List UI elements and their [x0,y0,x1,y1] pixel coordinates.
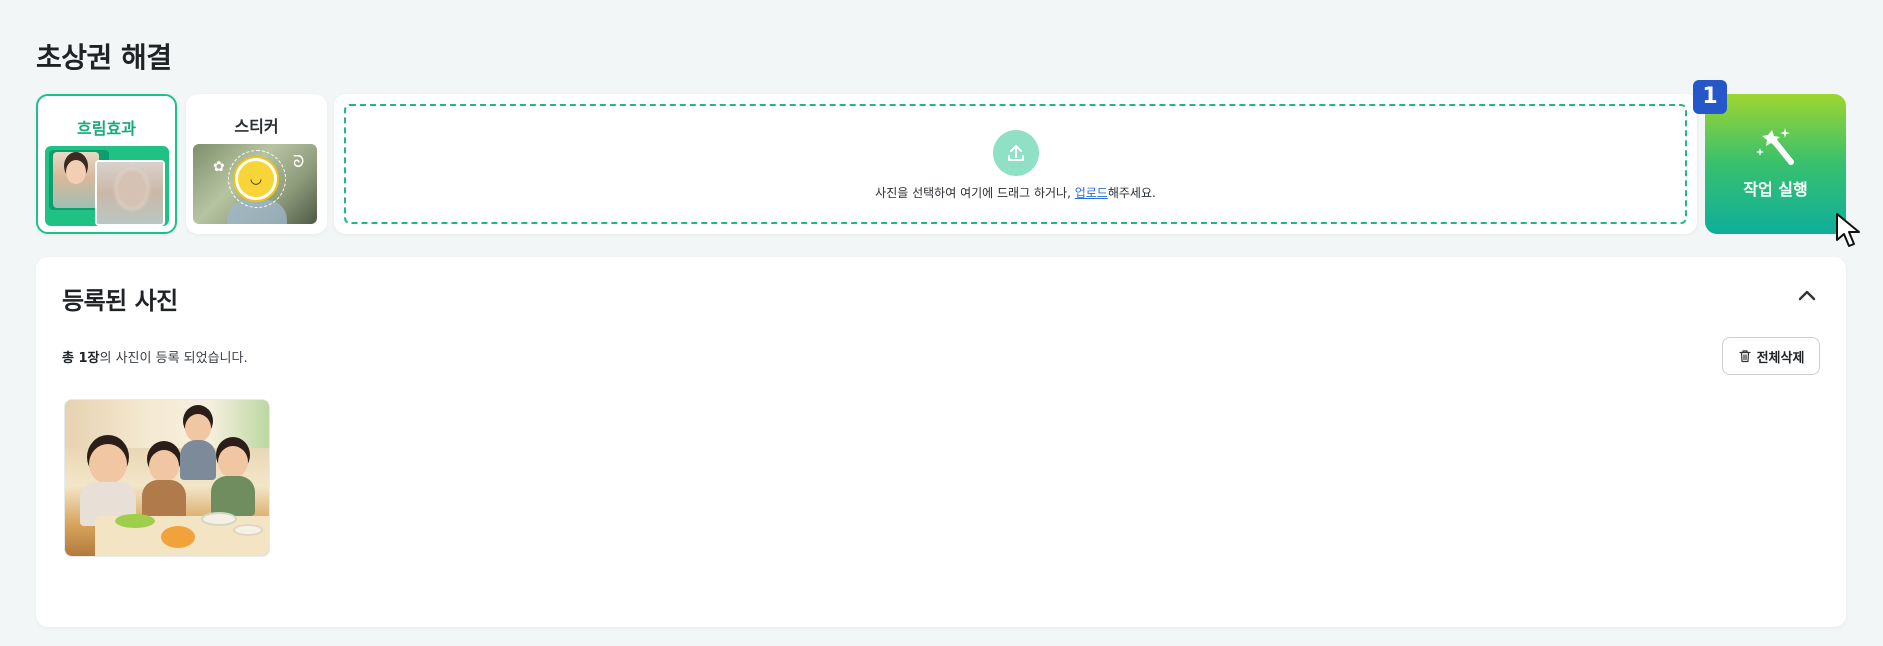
photo-bowl [115,514,155,528]
sticker-thumbnail: ✿ ᘐ [193,144,317,224]
run-task-button[interactable]: 작업 실행 [1705,94,1846,234]
magic-wand-icon [1756,128,1794,165]
registered-photo[interactable] [64,399,270,557]
delete-all-button[interactable]: 전체삭제 [1722,337,1820,375]
delete-all-label: 전체삭제 [1756,350,1805,366]
photo-count-number: 총 1장 [62,351,100,366]
section-title: 등록된 사진 [62,287,178,315]
photo-fruit [161,526,195,548]
flower-doodle-icon: ✿ [213,159,225,175]
trash-icon [1738,350,1751,363]
photo-child [203,446,263,522]
mode-card-sticker[interactable]: 스티커 ✿ ᘐ [186,94,327,234]
page-title: 초상권 해결 [36,41,172,74]
mode-card-blur[interactable]: 흐림효과 [36,94,177,234]
run-task-label: 작업 실행 [1743,180,1808,199]
child-photo-original [53,152,99,208]
upload-link[interactable]: 업로드 [1075,186,1108,200]
upload-panel: 사진을 선택하여 여기에 드래그 하거나, 업로드해주세요. [334,94,1697,234]
photo-shelf [65,400,269,448]
photo-count-suffix: 의 사진이 등록 되었습니다. [99,351,248,366]
upload-dropzone[interactable]: 사진을 선택하여 여기에 드래그 하거나, 업로드해주세요. [344,104,1687,224]
upload-text-before: 사진을 선택하여 여기에 드래그 하거나, [875,186,1075,200]
mouse-cursor-icon [1836,213,1860,247]
mode-label-sticker: 스티커 [234,117,279,136]
blur-thumbnail [45,146,169,226]
photo-plate [201,512,237,526]
smiley-sticker-icon [235,158,277,200]
step-badge: 1 [1693,80,1727,114]
upload-icon [992,130,1039,176]
mode-label-blur: 흐림효과 [77,119,136,138]
child-photo-blurred [95,160,165,226]
swirl-doodle-icon: ᘐ [293,152,305,171]
upload-instruction: 사진을 선택하여 여기에 드래그 하거나, 업로드해주세요. [346,184,1685,201]
registered-photos-panel: 등록된 사진 총 1장의 사진이 등록 되었습니다. 전체삭제 [36,257,1846,627]
chevron-up-icon [1798,290,1816,301]
photo-child [75,444,141,526]
photo-plate [233,524,263,536]
upload-text-after: 해주세요. [1107,186,1156,200]
photo-count: 총 1장의 사진이 등록 되었습니다. [62,347,248,366]
collapse-button[interactable] [1794,283,1820,309]
